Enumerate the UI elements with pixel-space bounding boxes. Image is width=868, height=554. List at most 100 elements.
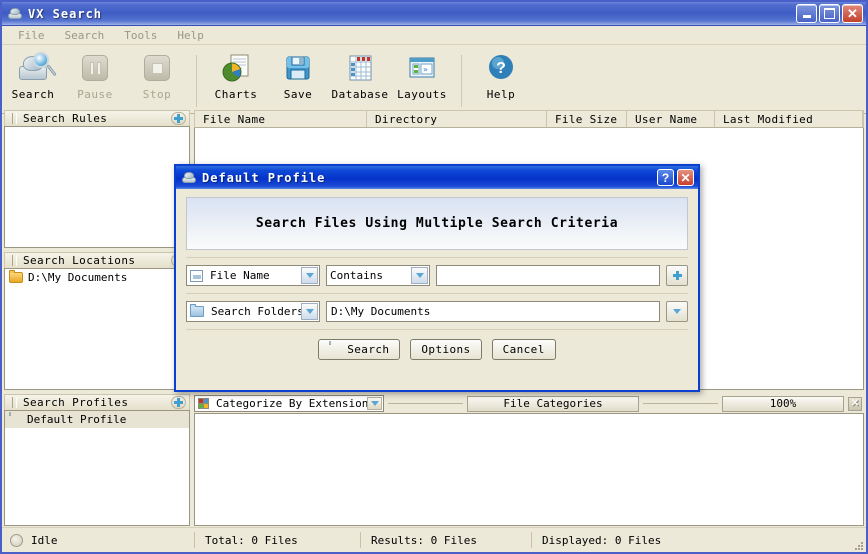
chevron-down-icon[interactable]: [301, 303, 318, 320]
add-criteria-button[interactable]: [666, 265, 688, 286]
dialog-title: Default Profile: [202, 171, 325, 185]
list-item[interactable]: D:\My Documents: [5, 269, 189, 286]
divider: [186, 329, 688, 330]
chevron-down-icon[interactable]: [367, 397, 382, 410]
search-locations-list[interactable]: D:\My Documents: [4, 268, 190, 390]
panel-search-rules: Search Rules: [4, 110, 190, 248]
panel-search-profiles: Search Profiles Default Profile: [4, 394, 190, 526]
vx-search-window: VX Search ✕ File Search Tools Help Searc…: [0, 0, 868, 554]
column-header-user-name[interactable]: User Name: [627, 111, 715, 127]
column-header-directory[interactable]: Directory: [367, 111, 547, 127]
dialog-search-button[interactable]: Search: [318, 339, 400, 360]
chart-panel: Categorize By Extension File Categories …: [194, 394, 864, 526]
add-search-rule-button[interactable]: [171, 112, 186, 125]
dialog-cancel-button[interactable]: Cancel: [492, 339, 556, 360]
toolbar-button-layouts[interactable]: » Layouts: [391, 49, 453, 101]
toolbar-button-help[interactable]: ? Help: [470, 49, 532, 101]
dialog-controls: ? ✕: [657, 169, 694, 186]
menu-tools[interactable]: Tools: [114, 28, 167, 43]
maximize-button[interactable]: [819, 4, 840, 23]
menu-help[interactable]: Help: [167, 28, 214, 43]
window-controls: ✕: [796, 4, 863, 23]
status-state-label: Idle: [31, 534, 58, 547]
folders-field-value: Search Folders: [208, 305, 304, 318]
status-led-icon: [10, 534, 23, 547]
close-button[interactable]: ✕: [842, 4, 863, 23]
search-profiles-list[interactable]: Default Profile: [4, 410, 190, 526]
menu-search[interactable]: Search: [55, 28, 115, 43]
menu-file[interactable]: File: [8, 28, 55, 43]
menubar: File Search Tools Help: [2, 26, 866, 45]
chevron-down-icon: [673, 309, 681, 314]
folders-field-dropdown[interactable]: Search Folders: [186, 301, 320, 322]
dialog-help-button[interactable]: ?: [657, 169, 674, 186]
svg-text:»: »: [423, 65, 428, 74]
chevron-down-icon[interactable]: [411, 267, 428, 284]
criteria-operator-value: Contains: [327, 269, 383, 282]
folders-row: Search Folders D:\My Documents: [186, 301, 688, 322]
divider: [186, 257, 688, 258]
chart-canvas: [194, 413, 864, 526]
panel-search-locations: Search Locations D:\My Documents: [4, 252, 190, 390]
toolbar-button-search[interactable]: Search: [2, 49, 64, 101]
folders-path-input[interactable]: D:\My Documents: [326, 301, 660, 322]
panel-title-search-profiles: Search Profiles: [23, 396, 128, 409]
criteria-text-input[interactable]: [436, 265, 660, 286]
categorize-dropdown[interactable]: Categorize By Extension: [194, 395, 384, 412]
zoom-level[interactable]: 100%: [722, 396, 844, 412]
window-titlebar: VX Search ✕: [2, 2, 866, 26]
resize-grip[interactable]: [853, 540, 863, 550]
toolbar-button-save[interactable]: Save: [267, 49, 329, 101]
criteria-field-dropdown[interactable]: File Name: [186, 265, 320, 286]
column-header-last-modified[interactable]: Last Modified: [715, 111, 863, 127]
dialog-titlebar: Default Profile ? ✕: [176, 166, 698, 189]
toolbar-button-database[interactable]: Database: [329, 49, 391, 101]
status-results: Results: 0 Files: [361, 528, 531, 552]
divider: [186, 293, 688, 294]
toolbar-label-help: Help: [487, 88, 516, 101]
add-search-profile-button[interactable]: [171, 396, 186, 409]
column-header-file-name[interactable]: File Name: [195, 111, 367, 127]
toolbar-button-stop[interactable]: Stop: [126, 49, 188, 101]
toolbar-label-stop: Stop: [143, 88, 172, 101]
panel-header-search-rules: Search Rules: [4, 110, 190, 126]
svg-text:?: ?: [496, 60, 506, 77]
dialog-buttons: Search Options Cancel: [186, 339, 688, 360]
app-disk-icon: [7, 6, 23, 22]
toolbar-button-pause[interactable]: Pause: [64, 49, 126, 101]
panel-header-search-profiles: Search Profiles: [4, 394, 190, 410]
toolbar: Search Pause Stop: [2, 45, 866, 114]
dialog-banner: Search Files Using Multiple Search Crite…: [186, 197, 688, 250]
chevron-down-icon[interactable]: [301, 267, 318, 284]
stop-icon: [140, 51, 174, 85]
toolbar-label-database: Database: [332, 88, 389, 101]
panel-header-search-locations: Search Locations: [4, 252, 190, 268]
folders-dropdown-button[interactable]: [666, 301, 688, 322]
toolbar-separator-2: [461, 55, 462, 107]
toolbar-label-search: Search: [12, 88, 55, 101]
window-title: VX Search: [28, 7, 102, 21]
list-item[interactable]: Default Profile: [5, 411, 189, 428]
plus-icon: [174, 398, 183, 407]
dialog-options-button[interactable]: Options: [410, 339, 481, 360]
status-total: Total: 0 Files: [195, 528, 360, 552]
close-icon[interactable]: ✕: [848, 397, 862, 411]
criteria-operator-dropdown[interactable]: Contains: [326, 265, 430, 286]
dialog-close-button[interactable]: ✕: [677, 169, 694, 186]
statusbar: Idle Total: 0 Files Results: 0 Files Dis…: [2, 527, 866, 552]
column-header-file-size[interactable]: File Size: [547, 111, 627, 127]
list-item-label: D:\My Documents: [28, 271, 127, 284]
search-disk-icon: [16, 51, 50, 85]
drag-grip: [12, 397, 17, 408]
dialog-search-label: Search: [347, 343, 389, 356]
sidebar: Search Rules Search Locations: [4, 110, 190, 526]
status-displayed: Displayed: 0 Files: [532, 528, 866, 552]
search-rules-list[interactable]: [4, 126, 190, 248]
toolbar-button-charts[interactable]: Charts: [205, 49, 267, 101]
categorize-value: Categorize By Extension: [212, 397, 368, 410]
dialog-banner-text: Search Files Using Multiple Search Crite…: [256, 216, 618, 231]
toolbar-separator: [196, 55, 197, 107]
minimize-button[interactable]: [796, 4, 817, 23]
floppy-disk-icon: [281, 51, 315, 85]
chart-toolbar: Categorize By Extension File Categories …: [194, 394, 864, 413]
